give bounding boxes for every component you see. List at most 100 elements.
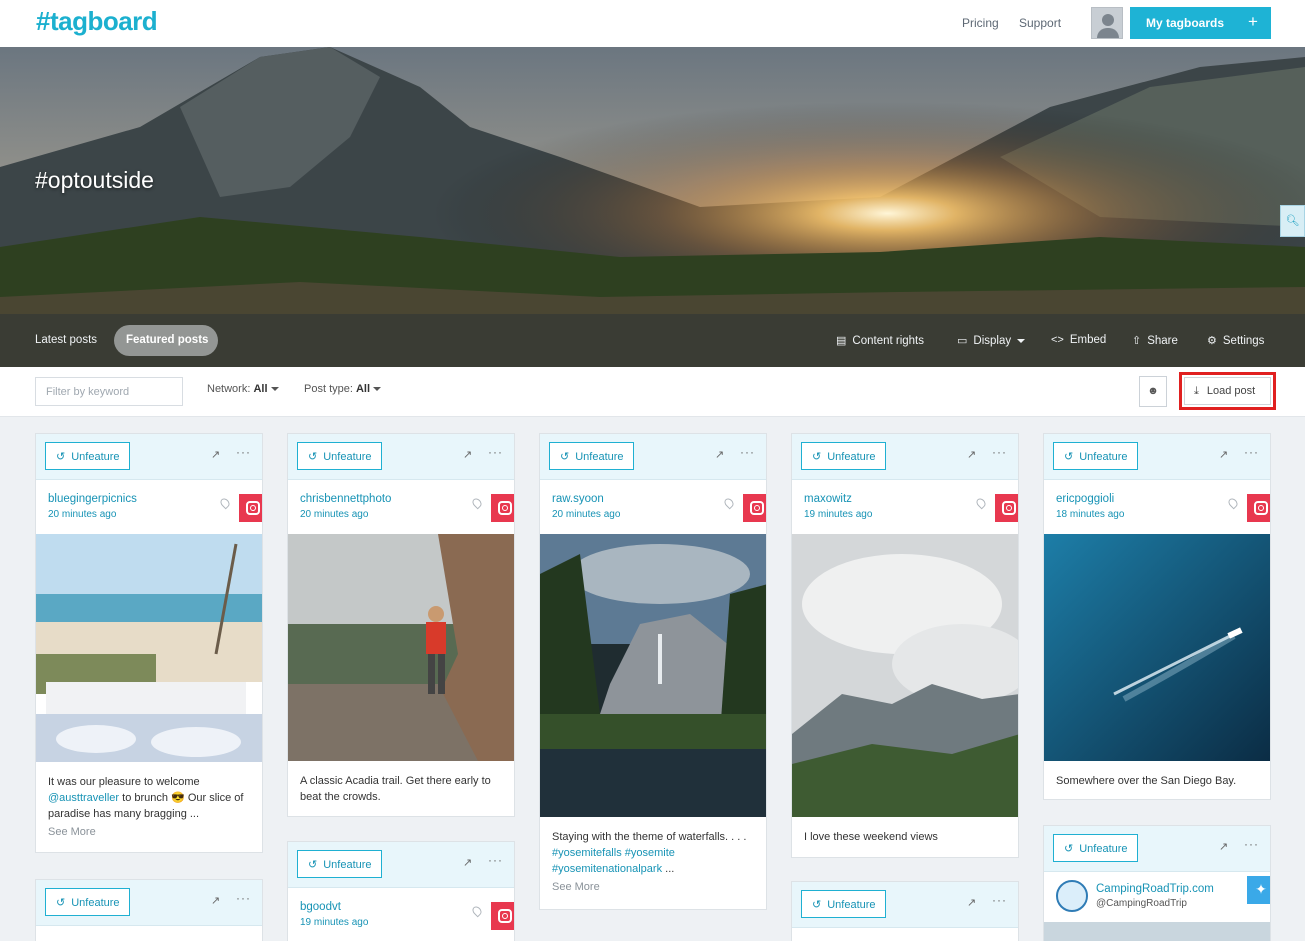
more-icon[interactable]: ··· <box>236 445 251 459</box>
post-card[interactable]: ↺ Unfeature ↗ ··· CampingRoadTrip.com @Ca… <box>1043 825 1271 941</box>
card-header: ↺ Unfeature ↗ ··· <box>540 434 766 480</box>
post-card[interactable]: ↺ Unfeature ↗ ··· ericpoggioli 18 minutes… <box>1043 433 1271 800</box>
post-card[interactable]: ↺ Unfeature ↗ ··· raw.syoon 20 minutes ag… <box>539 433 767 910</box>
unfeature-button[interactable]: ↺ Unfeature <box>297 442 382 470</box>
content-rights-button[interactable]: ▤ Content rights <box>836 334 924 347</box>
hero-toolbar: Latest posts Featured posts ▤ Content rig… <box>0 314 1305 367</box>
post-time: 18 minutes ago <box>1056 509 1125 520</box>
author-name[interactable]: bgoodvt <box>300 901 341 913</box>
post-image[interactable] <box>288 534 514 761</box>
my-tagboards-label: My tagboards <box>1146 16 1225 30</box>
more-icon[interactable]: ··· <box>1244 837 1259 851</box>
chevron-down-icon <box>270 387 279 392</box>
search-icon[interactable]: 🔍︎ <box>1280 205 1305 237</box>
pricing-link[interactable]: Pricing <box>962 16 999 30</box>
load-post-button[interactable]: ⤓ Load post <box>1184 377 1271 405</box>
location-pin-icon <box>1226 496 1240 510</box>
hashtag-links[interactable]: #yosemitefalls #yosemite #yosemitenation… <box>552 847 675 875</box>
unfeature-button[interactable]: ↺ Unfeature <box>801 890 886 918</box>
user-moderation-icon[interactable]: ☻ <box>1139 376 1167 407</box>
more-icon[interactable]: ··· <box>1244 445 1259 459</box>
embed-label: Embed <box>1069 334 1107 346</box>
camping-avatar[interactable] <box>1056 880 1088 912</box>
unfeature-button[interactable]: ↺ Unfeature <box>1053 442 1138 470</box>
hashtag-title: #optoutside <box>35 167 154 193</box>
expand-icon[interactable]: ↗ <box>1219 840 1228 853</box>
support-link[interactable]: Support <box>1019 16 1061 30</box>
my-tagboards-button[interactable]: My tagboards + <box>1130 7 1271 39</box>
more-icon[interactable]: ··· <box>488 853 503 867</box>
author-name[interactable]: bluegingerpicnics <box>48 493 137 505</box>
unfeature-button[interactable]: ↺ Unfeature <box>1053 834 1138 862</box>
author-name[interactable]: chrisbennettphoto <box>300 493 391 505</box>
author-name[interactable]: ericpoggioli <box>1056 493 1114 505</box>
network-filter-value: All <box>253 383 268 395</box>
location-pin-icon <box>722 496 736 510</box>
more-icon[interactable]: ··· <box>992 445 1007 459</box>
see-more-link[interactable]: See More <box>36 826 262 850</box>
expand-icon[interactable]: ↗ <box>715 448 724 461</box>
author-name[interactable]: CampingRoadTrip.com <box>1096 883 1214 895</box>
content-rights-label: Content rights <box>852 335 925 347</box>
unfeature-label: Unfeature <box>323 451 372 463</box>
expand-icon[interactable]: ↗ <box>463 448 472 461</box>
post-type-filter-dropdown[interactable]: Post type: All <box>304 383 382 395</box>
keyword-filter-input[interactable]: Filter by keyword <box>35 377 183 406</box>
location-pin-icon <box>470 496 484 510</box>
expand-icon[interactable]: ↗ <box>967 448 976 461</box>
post-card[interactable]: ↺ Unfeature ↗ ··· maxowitz 19 minutes ago… <box>791 433 1019 858</box>
more-icon[interactable]: ··· <box>740 445 755 459</box>
post-image[interactable] <box>1044 922 1270 941</box>
see-more-link[interactable]: See More <box>540 881 766 905</box>
post-image[interactable] <box>540 534 766 817</box>
display-dropdown[interactable]: ▭ Display <box>957 334 1026 347</box>
download-icon: ⤓ <box>1194 385 1199 397</box>
mention-link[interactable]: @austtraveller <box>48 792 119 804</box>
settings-button[interactable]: ⚙ Settings <box>1207 334 1264 347</box>
expand-icon[interactable]: ↗ <box>211 448 220 461</box>
unfeature-label: Unfeature <box>575 451 624 463</box>
post-card[interactable]: ↺ Unfeature ↗ ··· <box>35 879 263 941</box>
post-card[interactable]: ↺ Unfeature ↗ ··· <box>791 881 1019 941</box>
unfeature-label: Unfeature <box>827 451 876 463</box>
unfeature-label: Unfeature <box>1079 451 1128 463</box>
expand-icon[interactable]: ↗ <box>211 894 220 907</box>
instagram-icon <box>743 494 766 522</box>
unfeature-button[interactable]: ↺ Unfeature <box>297 850 382 878</box>
tab-latest-posts[interactable]: Latest posts <box>35 334 97 346</box>
post-image[interactable] <box>792 534 1018 817</box>
post-card[interactable]: ↺ Unfeature ↗ ··· bluegingerpicnics 20 mi… <box>35 433 263 853</box>
tab-featured-posts[interactable]: Featured posts <box>114 325 218 356</box>
share-button[interactable]: ⇧ Share <box>1132 334 1178 347</box>
network-filter-dropdown[interactable]: Network: All <box>207 383 279 395</box>
settings-label: Settings <box>1222 335 1265 347</box>
post-image[interactable] <box>1044 534 1270 761</box>
unfeature-label: Unfeature <box>1079 843 1128 855</box>
user-avatar[interactable] <box>1091 7 1123 39</box>
unfeature-button[interactable]: ↺ Unfeature <box>801 442 886 470</box>
location-pin-icon <box>974 496 988 510</box>
instagram-icon <box>995 494 1018 522</box>
post-card[interactable]: ↺ Unfeature ↗ ··· chrisbennettphoto 20 mi… <box>287 433 515 817</box>
embed-button[interactable]: <> Embed <box>1051 334 1106 346</box>
undo-icon: ↺ <box>812 451 822 463</box>
unfeature-button[interactable]: ↺ Unfeature <box>45 888 130 916</box>
card-header: ↺ Unfeature ↗ ··· <box>288 842 514 888</box>
post-image[interactable] <box>36 534 262 762</box>
post-time: 20 minutes ago <box>48 509 117 520</box>
instagram-icon <box>491 494 514 522</box>
undo-icon: ↺ <box>308 859 318 871</box>
more-icon[interactable]: ··· <box>992 893 1007 907</box>
unfeature-button[interactable]: ↺ Unfeature <box>549 442 634 470</box>
author-name[interactable]: raw.syoon <box>552 493 604 505</box>
more-icon[interactable]: ··· <box>236 891 251 905</box>
expand-icon[interactable]: ↗ <box>463 856 472 869</box>
expand-icon[interactable]: ↗ <box>967 896 976 909</box>
expand-icon[interactable]: ↗ <box>1219 448 1228 461</box>
post-card[interactable]: ↺ Unfeature ↗ ··· bgoodvt 19 minutes ago <box>287 841 515 941</box>
post-author: maxowitz 19 minutes ago <box>792 480 1018 534</box>
tagboard-logo[interactable]: #tagboard <box>36 6 158 37</box>
more-icon[interactable]: ··· <box>488 445 503 459</box>
unfeature-button[interactable]: ↺ Unfeature <box>45 442 130 470</box>
author-name[interactable]: maxowitz <box>804 493 852 505</box>
